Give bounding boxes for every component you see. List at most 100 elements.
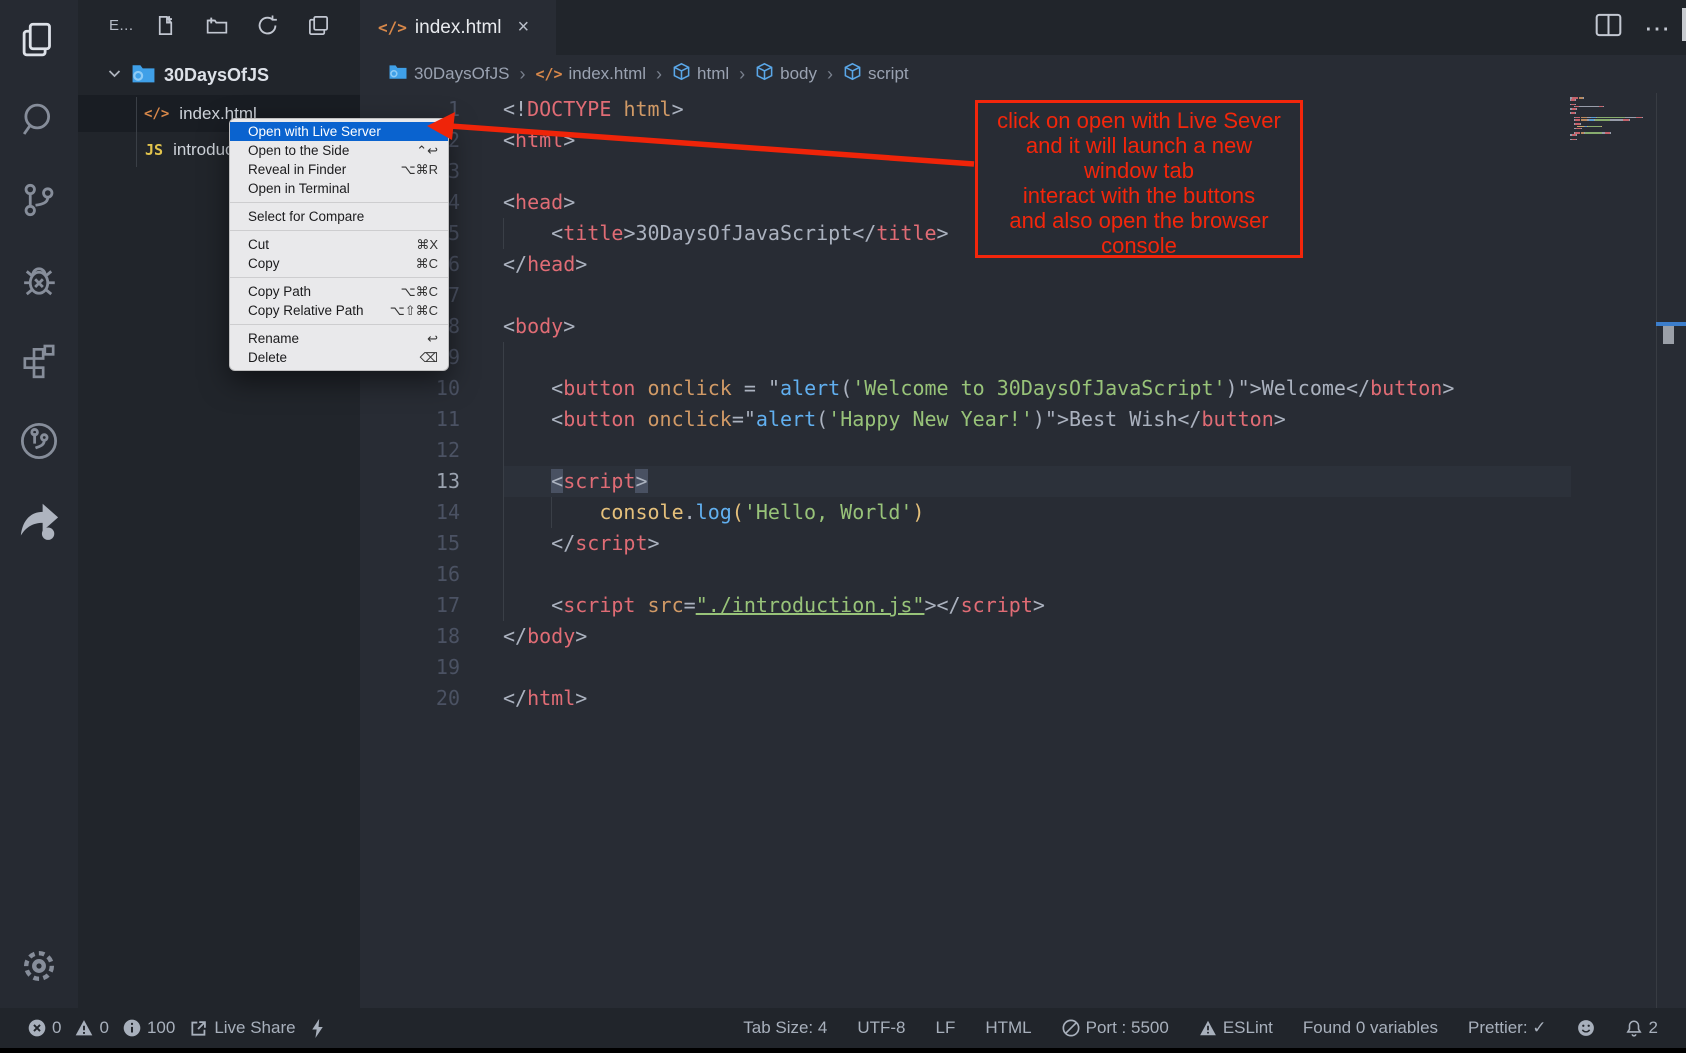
- breadcrumb-label: 30DaysOfJS: [414, 64, 509, 84]
- source-control-icon[interactable]: [18, 179, 60, 221]
- cube-icon: [755, 62, 774, 86]
- new-folder-icon[interactable]: [205, 14, 229, 42]
- code-line[interactable]: console.log('Hello, World'): [503, 497, 1571, 528]
- breadcrumb-item-body[interactable]: body: [755, 62, 817, 86]
- status-item-live-share[interactable]: Live Share: [189, 1018, 295, 1038]
- line-number: 19: [360, 652, 460, 683]
- context-menu-item-open-to-the-side[interactable]: Open to the Side⌃↩: [230, 141, 448, 160]
- status-item-eslint[interactable]: ESLint: [1199, 1018, 1273, 1038]
- scrollbar-thumb[interactable]: [1663, 326, 1674, 344]
- code-line[interactable]: </html>: [503, 683, 1571, 714]
- status-item-smiley[interactable]: [1577, 1019, 1595, 1037]
- context-menu-item-open-with-live-server[interactable]: Open with Live Server: [230, 122, 448, 141]
- status-item-port-5500[interactable]: Port : 5500: [1062, 1018, 1169, 1038]
- explorer-icon[interactable]: [18, 19, 60, 61]
- context-menu-item-open-in-terminal[interactable]: Open in Terminal: [230, 179, 448, 198]
- menu-separator: [230, 277, 448, 278]
- minimap-line: [1576, 108, 1577, 110]
- extensions-icon[interactable]: [19, 341, 59, 381]
- html-file-icon: </>: [144, 106, 169, 122]
- share-icon[interactable]: [17, 501, 61, 541]
- context-menu-item-cut[interactable]: Cut⌘X: [230, 235, 448, 254]
- code-line[interactable]: <script>: [503, 466, 1571, 497]
- code-line[interactable]: [503, 435, 1571, 466]
- overview-ruler: [1656, 93, 1657, 1008]
- folder-icon: [388, 63, 408, 85]
- breadcrumb-item-index-html[interactable]: </>index.html: [535, 64, 646, 84]
- minimap-line: [1595, 119, 1611, 121]
- tab-label: index.html: [415, 17, 502, 39]
- minimap-line: [1581, 128, 1582, 130]
- code-line[interactable]: </script>: [503, 528, 1571, 559]
- status-item-found-0-variables[interactable]: Found 0 variables: [1303, 1018, 1438, 1038]
- minimap-line: [1575, 112, 1576, 114]
- context-menu: Open with Live ServerOpen to the Side⌃↩R…: [229, 118, 449, 371]
- status-item-utf-8[interactable]: UTF-8: [857, 1018, 905, 1038]
- split-editor-icon[interactable]: [1595, 13, 1622, 42]
- minimap-line: [1580, 106, 1597, 108]
- status-item-2[interactable]: 2: [1625, 1018, 1658, 1038]
- run-and-debug-icon[interactable]: [18, 260, 60, 302]
- refresh-icon[interactable]: [256, 14, 279, 42]
- context-menu-item-rename[interactable]: Rename↩: [230, 329, 448, 348]
- context-menu-item-reveal-in-finder[interactable]: Reveal in Finder⌥⌘R: [230, 160, 448, 179]
- code-line[interactable]: [503, 559, 1571, 590]
- minimap-line: [1601, 126, 1602, 128]
- collapse-folders-icon[interactable]: [307, 14, 330, 42]
- annotation-line: console: [978, 233, 1300, 258]
- line-number: 15: [360, 528, 460, 559]
- html-file-icon: </>: [378, 18, 407, 37]
- new-file-icon[interactable]: [154, 14, 177, 42]
- tab-bar: </> index.html × ⋯: [360, 0, 1686, 55]
- context-menu-item-select-for-compare[interactable]: Select for Compare: [230, 207, 448, 226]
- status-item-0[interactable]: 0: [28, 1018, 61, 1038]
- minimap-line: [1575, 119, 1581, 121]
- breadcrumb-separator: ›: [518, 64, 526, 85]
- status-item-0[interactable]: 0: [75, 1018, 108, 1038]
- breadcrumb-label: html: [697, 64, 729, 84]
- line-number: 18: [360, 621, 460, 652]
- breadcrumb-label: index.html: [569, 64, 646, 84]
- error-icon: [28, 1019, 46, 1037]
- status-item-lf[interactable]: LF: [936, 1018, 956, 1038]
- code-line[interactable]: <button onclick="alert('Happy New Year!'…: [503, 404, 1571, 435]
- live-share-icon[interactable]: [18, 420, 60, 462]
- line-number: 14: [360, 497, 460, 528]
- activity-bar: [0, 0, 78, 1008]
- breadcrumb-item-html[interactable]: html: [672, 62, 729, 86]
- code-line[interactable]: [503, 652, 1571, 683]
- breadcrumb-item-script[interactable]: script: [843, 62, 909, 86]
- annotation-line: and also open the browser: [978, 208, 1300, 233]
- code-line[interactable]: </body>: [503, 621, 1571, 652]
- breadcrumb-label: body: [780, 64, 817, 84]
- code-line[interactable]: <script src="./introduction.js"></script…: [503, 590, 1571, 621]
- close-icon[interactable]: ×: [518, 16, 530, 39]
- search-icon[interactable]: [18, 99, 60, 141]
- status-item-prettier-[interactable]: Prettier: ✓: [1468, 1018, 1546, 1038]
- more-actions-icon[interactable]: ⋯: [1644, 23, 1670, 33]
- breadcrumb-separator: ›: [655, 64, 663, 85]
- status-item-html[interactable]: HTML: [985, 1018, 1031, 1038]
- context-menu-item-copy[interactable]: Copy⌘C: [230, 254, 448, 273]
- folder-opened-icon: [131, 62, 156, 89]
- annotation-line: interact with the buttons: [978, 183, 1300, 208]
- sidebar-item-folder-30daysofjs[interactable]: 30DaysOfJS: [78, 56, 360, 95]
- annotation-line: window tab: [978, 158, 1300, 183]
- tab-index-html[interactable]: </> index.html ×: [360, 0, 556, 55]
- code-line[interactable]: [503, 280, 1571, 311]
- context-menu-item-copy-path[interactable]: Copy Path⌥⌘C: [230, 282, 448, 301]
- code-line[interactable]: [503, 342, 1571, 373]
- minimap[interactable]: [1570, 97, 1654, 157]
- gear-icon[interactable]: [17, 944, 61, 988]
- status-item-tab-size-4[interactable]: Tab Size: 4: [743, 1018, 827, 1038]
- live-share-icon: [189, 1019, 208, 1038]
- status-item-100[interactable]: 100: [123, 1018, 175, 1038]
- menu-separator: [230, 202, 448, 203]
- code-line[interactable]: <button onclick = "alert('Welcome to 30D…: [503, 373, 1571, 404]
- context-menu-item-copy-relative-path[interactable]: Copy Relative Path⌥⇧⌘C: [230, 301, 448, 320]
- status-item-bolt[interactable]: [310, 1018, 325, 1039]
- annotation-line: click on open with Live Sever: [978, 108, 1300, 133]
- context-menu-item-delete[interactable]: Delete⌫: [230, 348, 448, 367]
- breadcrumb-item-30daysofjs[interactable]: 30DaysOfJS: [388, 63, 509, 85]
- code-line[interactable]: <body>: [503, 311, 1571, 342]
